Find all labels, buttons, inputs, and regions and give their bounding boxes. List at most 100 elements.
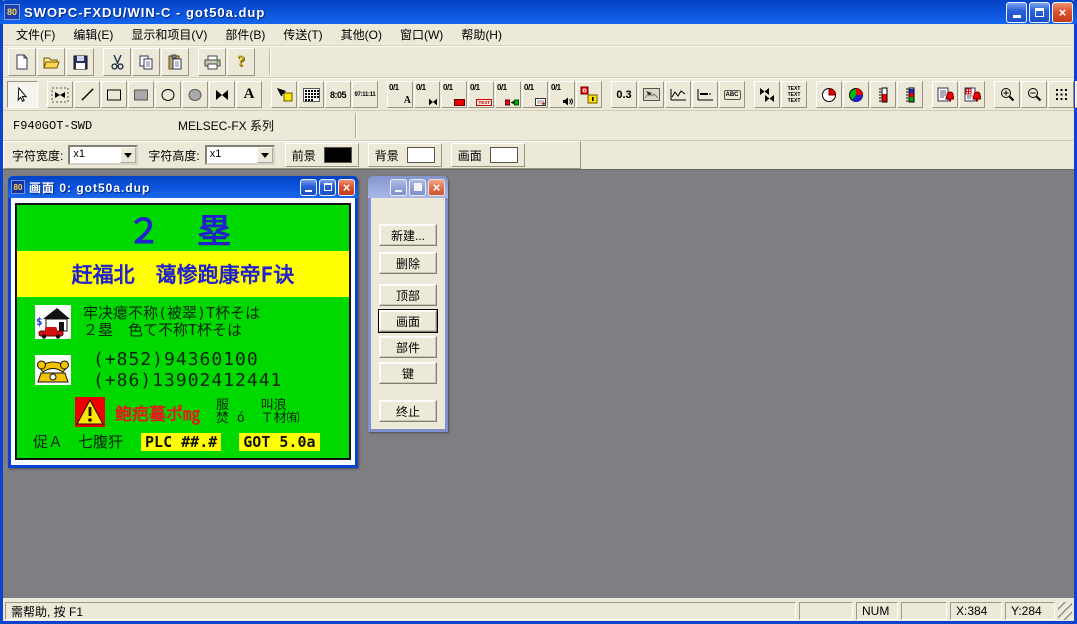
zero-one-window-button[interactable]: 0/1 bbox=[522, 81, 548, 108]
got-screen-preview[interactable]: ２ 塁 赶福北 蔼惨跑康帝F诀 $ bbox=[15, 203, 351, 460]
key-button[interactable]: 键 bbox=[379, 362, 437, 384]
image-button[interactable] bbox=[638, 81, 664, 108]
alarm-history-icon bbox=[964, 87, 981, 103]
bar-graph-button[interactable] bbox=[692, 81, 718, 108]
bar-graph-icon bbox=[697, 88, 714, 101]
close-button[interactable]: × bbox=[1052, 2, 1073, 23]
background-color-button[interactable]: 背景 bbox=[368, 143, 442, 167]
filled-ellipse-icon bbox=[187, 88, 203, 102]
char-width-dropdown-button[interactable] bbox=[120, 147, 136, 163]
valve-list-button[interactable] bbox=[754, 81, 780, 108]
screen-info-row[interactable]: $ 牢决瘪不称(被翠)T杯そは ２塁 色て不称T杯そは bbox=[17, 297, 349, 347]
help-button[interactable]: ? bbox=[227, 48, 255, 76]
panel-title-bar[interactable]: × bbox=[368, 176, 448, 198]
char-width-label: 字符宽度: bbox=[12, 147, 63, 164]
screen-editor-window[interactable]: 80 画面 0: got50a.dup × ２ 塁 赶福北 蔼惨跑康帝F诀 bbox=[8, 176, 358, 468]
delete-button[interactable]: 删除 bbox=[379, 252, 437, 274]
top-button[interactable]: 顶部 bbox=[379, 284, 437, 306]
screen-window-title-bar[interactable]: 80 画面 0: got50a.dup × bbox=[8, 176, 358, 198]
screen-phone-row[interactable]: (+852)94360100 (+86)13902412441 bbox=[17, 347, 349, 393]
alarm-history-button[interactable] bbox=[959, 81, 985, 108]
filled-ellipse-button[interactable] bbox=[182, 81, 208, 108]
screen-canvas-area[interactable]: ２ 塁 赶福北 蔼惨跑康帝F诀 $ bbox=[11, 198, 355, 465]
char-height-select[interactable]: x1 bbox=[205, 145, 275, 165]
maximize-button[interactable] bbox=[1029, 2, 1050, 23]
screen-banner-text[interactable]: ２ 塁 bbox=[17, 205, 349, 251]
zero-one-text-button[interactable]: 0/1A bbox=[387, 81, 413, 108]
date-button[interactable]: 97:11:11 bbox=[352, 81, 378, 108]
char-height-dropdown-button[interactable] bbox=[257, 147, 273, 163]
screen-footer-row[interactable]: 促Ａ 七腹犴 PLC ##.# GOT 5.0a bbox=[17, 431, 349, 452]
menu-window[interactable]: 窗口(W) bbox=[391, 23, 452, 46]
new-file-button[interactable] bbox=[8, 48, 36, 76]
text-button[interactable]: A bbox=[236, 81, 262, 108]
panel-maximize-button[interactable] bbox=[409, 179, 426, 196]
grid-button[interactable] bbox=[1048, 81, 1074, 108]
panel-close-button[interactable]: × bbox=[428, 179, 445, 196]
screen-close-button[interactable]: × bbox=[338, 179, 355, 196]
screen-color-swatch[interactable] bbox=[490, 147, 518, 163]
zero-one-valve-button[interactable]: 0/1 bbox=[414, 81, 440, 108]
print-button[interactable] bbox=[198, 48, 226, 76]
menu-transfer[interactable]: 传送(T) bbox=[274, 23, 331, 46]
screen-minimize-button[interactable] bbox=[300, 179, 317, 196]
text-list-button[interactable]: TEXT TEXT TEXT bbox=[781, 81, 807, 108]
clock-button[interactable]: 8:05 bbox=[325, 81, 351, 108]
toggle-button-button[interactable] bbox=[576, 81, 602, 108]
color-pie-chart-button[interactable] bbox=[843, 81, 869, 108]
screen-color-button[interactable]: 画面 bbox=[451, 143, 525, 167]
tool-panel-window[interactable]: × 新建... 删除 顶部 画面 部件 键 终止 bbox=[368, 176, 448, 432]
telephone-icon bbox=[35, 355, 71, 385]
screen-maximize-button[interactable] bbox=[319, 179, 336, 196]
line-button[interactable] bbox=[74, 81, 100, 108]
decimal-display-button[interactable]: 0.3 bbox=[611, 81, 637, 108]
open-file-button[interactable] bbox=[37, 48, 65, 76]
color-level-meter-button[interactable] bbox=[897, 81, 923, 108]
menu-other[interactable]: 其他(O) bbox=[332, 23, 391, 46]
resize-grip[interactable] bbox=[1058, 602, 1072, 620]
trend-graph-button[interactable] bbox=[665, 81, 691, 108]
save-file-button[interactable] bbox=[66, 48, 94, 76]
menu-help[interactable]: 帮助(H) bbox=[452, 23, 511, 46]
screen-button[interactable]: 画面 bbox=[379, 310, 437, 332]
zoom-in-button[interactable] bbox=[994, 81, 1020, 108]
cut-button[interactable] bbox=[103, 48, 131, 76]
terminate-button[interactable]: 终止 bbox=[379, 400, 437, 422]
zero-one-switch-button[interactable]: 0/1 bbox=[495, 81, 521, 108]
background-swatch[interactable] bbox=[407, 147, 435, 163]
zero-one-lamp-button[interactable]: 0/1 bbox=[441, 81, 467, 108]
new-screen-button[interactable]: 新建... bbox=[379, 224, 437, 246]
foreground-color-button[interactable]: 前景 bbox=[285, 143, 359, 167]
zoom-out-button[interactable] bbox=[1021, 81, 1047, 108]
minimize-button[interactable] bbox=[1006, 2, 1027, 23]
lamp-button[interactable] bbox=[271, 81, 297, 108]
menu-edit[interactable]: 编辑(E) bbox=[64, 23, 122, 46]
ellipse-button[interactable] bbox=[155, 81, 181, 108]
parts-button[interactable]: 部件 bbox=[379, 336, 437, 358]
pie-chart-button[interactable] bbox=[816, 81, 842, 108]
valve-button[interactable] bbox=[209, 81, 235, 108]
char-width-select[interactable]: x1 bbox=[68, 145, 138, 165]
screen-warning-row[interactable]: 鲍疤蟇ポ㎎ 服 焚 ó 叫浪 Ｔ材㈲ bbox=[17, 393, 349, 431]
abc-display-button[interactable]: ABC bbox=[719, 81, 745, 108]
zero-one-textbox-button[interactable]: 0/1TEXT bbox=[468, 81, 494, 108]
menu-file[interactable]: 文件(F) bbox=[7, 23, 64, 46]
screen-subtitle-text[interactable]: 赶福北 蔼惨跑康帝F诀 bbox=[17, 251, 349, 297]
select-part-button[interactable] bbox=[47, 81, 73, 108]
alarm-list-button[interactable] bbox=[932, 81, 958, 108]
filled-rectangle-button[interactable] bbox=[128, 81, 154, 108]
title-bar[interactable]: 80 SWOPC-FXDU/WIN-C - got50a.dup × bbox=[0, 0, 1077, 24]
rectangle-button[interactable] bbox=[101, 81, 127, 108]
panel-minimize-button[interactable] bbox=[390, 179, 407, 196]
save-file-icon bbox=[73, 55, 88, 70]
copy-button[interactable] bbox=[132, 48, 160, 76]
zero-one-buzzer-button[interactable]: 0/1 bbox=[549, 81, 575, 108]
foreground-swatch[interactable] bbox=[324, 147, 352, 163]
pointer-button[interactable] bbox=[7, 81, 38, 108]
ascii-grid-button[interactable] bbox=[298, 81, 324, 108]
level-meter-button[interactable] bbox=[870, 81, 896, 108]
menu-view-project[interactable]: 显示和项目(V) bbox=[122, 23, 216, 46]
char-height-value: x1 bbox=[207, 147, 257, 163]
paste-button[interactable] bbox=[161, 48, 189, 76]
menu-parts[interactable]: 部件(B) bbox=[216, 23, 274, 46]
